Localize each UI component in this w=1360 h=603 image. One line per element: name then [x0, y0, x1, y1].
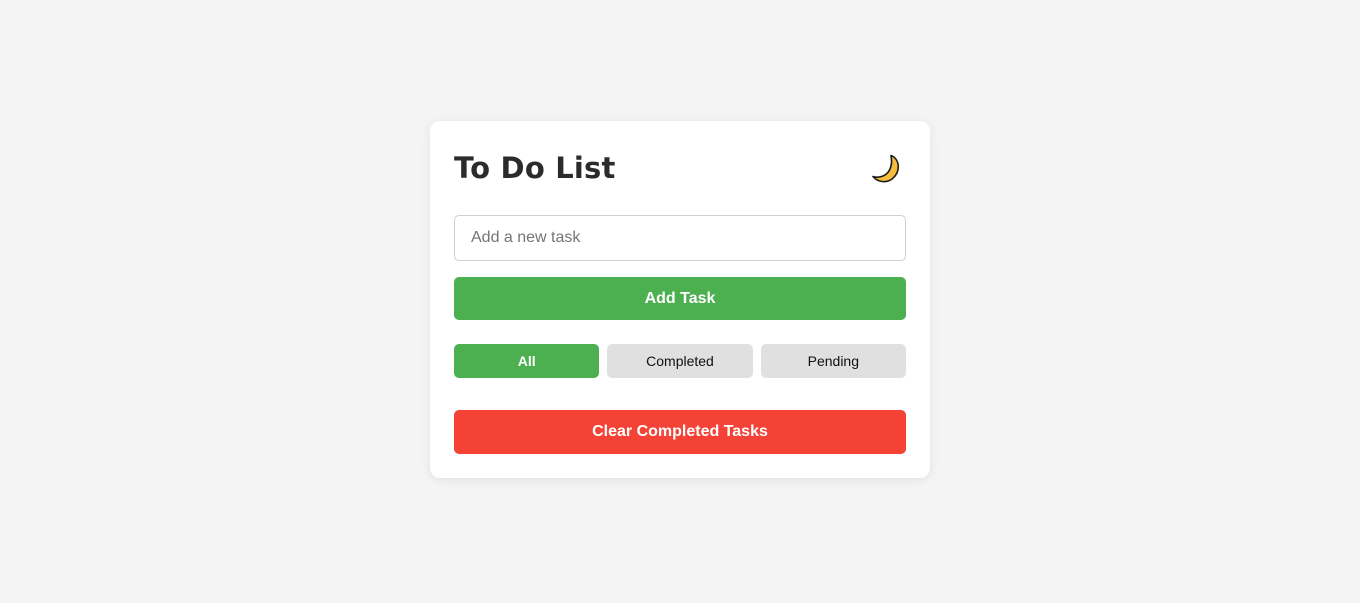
add-task-button[interactable]: Add Task [454, 277, 906, 320]
filter-bar: All Completed Pending [454, 344, 906, 378]
clear-completed-button[interactable]: Clear Completed Tasks [454, 410, 906, 454]
new-task-input[interactable] [454, 215, 906, 261]
filter-all-button[interactable]: All [454, 344, 600, 378]
task-list [454, 378, 906, 410]
page-title: To Do List [454, 151, 616, 185]
filter-completed-button[interactable]: Completed [607, 344, 753, 378]
header: To Do List [454, 145, 906, 191]
todo-card: To Do List Add Task All Completed Pendin… [430, 121, 930, 478]
theme-toggle-button[interactable] [868, 150, 904, 186]
moon-icon [872, 154, 900, 183]
filter-pending-button[interactable]: Pending [760, 344, 906, 378]
